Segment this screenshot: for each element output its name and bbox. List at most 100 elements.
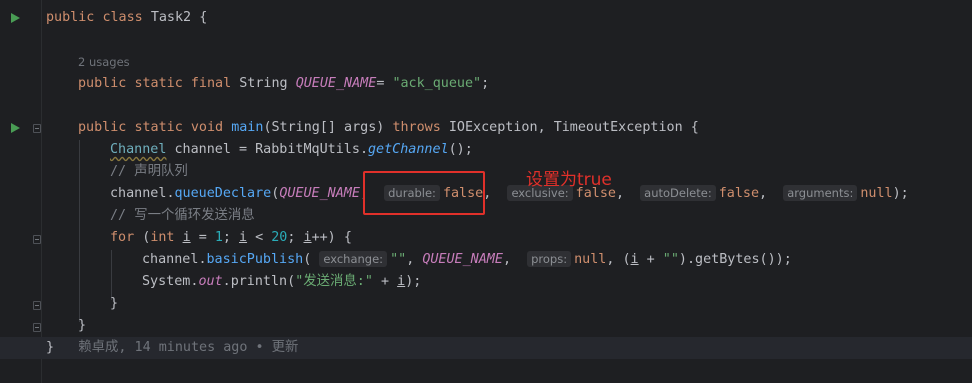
brace: { xyxy=(690,120,699,135)
indent-guide xyxy=(111,250,112,300)
type-name: String xyxy=(239,76,288,91)
type-name: IOException xyxy=(448,120,538,135)
punctuation: ()); xyxy=(759,252,792,267)
operator: ++) xyxy=(311,230,336,245)
annotation-text: 设置为true xyxy=(526,170,612,190)
fold-icon[interactable] xyxy=(33,235,41,244)
semicolon: ; xyxy=(287,230,296,245)
operator: = xyxy=(376,76,385,91)
class-name: Task2 xyxy=(150,10,192,25)
gutter-divider xyxy=(41,0,42,383)
comment: // 声明队列 xyxy=(110,164,188,179)
semicolon: ; xyxy=(481,76,490,91)
type-name: Channel xyxy=(110,142,167,157)
code-line[interactable]: for (int i = 1; i < 20; i++) { xyxy=(110,228,352,248)
constant: QUEUE_NAME xyxy=(279,186,360,201)
keyword: public xyxy=(78,76,127,91)
operator: < xyxy=(255,230,264,245)
keyword: final xyxy=(190,76,232,91)
fold-icon[interactable] xyxy=(33,323,41,332)
number: 20 xyxy=(271,230,288,245)
brace: } xyxy=(78,318,87,333)
method-call: getBytes xyxy=(695,252,760,267)
type-name: TimeoutException xyxy=(553,120,683,135)
code-line[interactable]: public static void main(String[] args) t… xyxy=(78,118,699,138)
code-line[interactable]: // 写一个循环发送消息 xyxy=(110,206,255,226)
usages-label[interactable]: 2 usages xyxy=(78,55,130,69)
number: 1 xyxy=(214,230,223,245)
code-line[interactable]: } xyxy=(78,316,86,336)
comma: , xyxy=(537,120,546,135)
string-literal: "ack_queue" xyxy=(392,76,482,91)
code-editor[interactable]: public class Task2 { 2 usages public sta… xyxy=(0,0,972,383)
code-line[interactable]: public class Task2 { xyxy=(46,8,207,28)
class-name: System xyxy=(142,274,191,289)
git-blame-annotation[interactable]: 赖卓成, 14 minutes ago • 更新 xyxy=(78,340,298,355)
string-literal: "" xyxy=(662,252,679,267)
run-main-icon[interactable] xyxy=(11,123,20,133)
code-line[interactable]: // 声明队列 xyxy=(110,162,188,182)
comma: , xyxy=(759,186,768,201)
usages-hint[interactable]: 2 usages xyxy=(78,52,130,72)
operator: = xyxy=(198,230,207,245)
param-hint: arguments: xyxy=(783,185,858,201)
variable: i xyxy=(303,230,312,245)
keyword: public xyxy=(46,10,95,25)
operator: + xyxy=(381,274,390,289)
comma: , xyxy=(615,186,625,201)
method-call: println xyxy=(230,274,288,289)
keyword: public xyxy=(78,120,127,135)
code-line[interactable]: Channel channel = RabbitMqUtils.getChann… xyxy=(110,140,473,160)
method-call: queueDeclare xyxy=(174,186,272,201)
keyword: null xyxy=(860,186,893,201)
paren: ( xyxy=(287,274,296,289)
dot: . xyxy=(166,186,175,201)
paren: ( xyxy=(263,120,272,135)
param-hint: props: xyxy=(527,251,572,267)
variable: i xyxy=(182,230,191,245)
dot: . xyxy=(198,252,207,267)
code-line[interactable]: public static final String QUEUE_NAME= "… xyxy=(78,74,489,94)
method-call: getChannel xyxy=(368,142,449,157)
string-literal: "" xyxy=(390,252,407,267)
run-class-icon[interactable] xyxy=(11,13,20,23)
paren: ( xyxy=(303,252,312,267)
code-line[interactable]: channel.queueDeclare(QUEUE_NAME, durable… xyxy=(110,184,909,204)
keyword: int xyxy=(150,230,175,245)
variable: i xyxy=(239,230,248,245)
comment: // 写一个循环发送消息 xyxy=(110,208,255,223)
paren: ( xyxy=(622,252,631,267)
comma: , xyxy=(406,252,415,267)
fold-icon[interactable] xyxy=(33,301,41,310)
param-hint: autoDelete: xyxy=(640,185,716,201)
dot: . xyxy=(222,274,231,289)
operator: = xyxy=(239,142,248,157)
variable: channel xyxy=(174,142,231,157)
keyword: static xyxy=(134,120,183,135)
keyword: throws xyxy=(392,120,441,135)
variable: channel xyxy=(142,252,199,267)
code-line[interactable]: channel.basicPublish( exchange: "", QUEUE… xyxy=(142,250,792,270)
brace: } xyxy=(110,296,119,311)
type-name: String xyxy=(271,120,320,135)
param-hint: exchange: xyxy=(319,251,388,267)
static-field: out xyxy=(198,274,223,289)
code-line[interactable]: } 赖卓成, 14 minutes ago • 更新 xyxy=(46,338,298,358)
semicolon: ; xyxy=(222,230,231,245)
variable: channel xyxy=(110,186,167,201)
brace: } xyxy=(46,340,55,355)
keyword: void xyxy=(190,120,224,135)
punctuation: (); xyxy=(448,142,473,157)
fold-icon[interactable] xyxy=(33,124,41,133)
code-line[interactable]: System.out.println("发送消息:" + i); xyxy=(142,272,421,292)
keyword: null xyxy=(574,252,607,267)
string-literal: "发送消息:" xyxy=(295,274,373,289)
method-call: basicPublish xyxy=(206,252,304,267)
variable: i xyxy=(397,274,406,289)
punctuation: ); xyxy=(892,186,909,201)
keyword: class xyxy=(102,10,143,25)
code-line[interactable]: } xyxy=(110,294,118,314)
keyword: false xyxy=(718,186,760,201)
keyword: static xyxy=(134,76,183,91)
params: [] args) xyxy=(319,120,385,135)
